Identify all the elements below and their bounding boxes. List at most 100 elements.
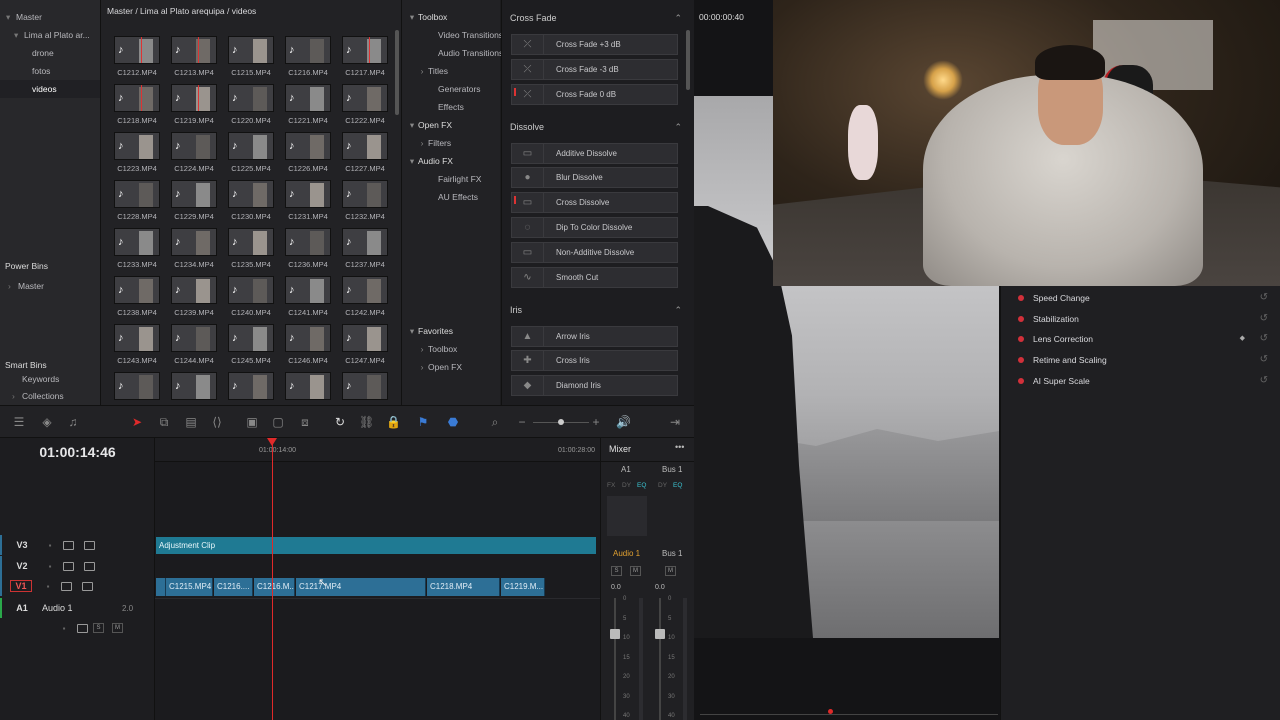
playhead-head[interactable]: [267, 438, 277, 446]
clip-tile[interactable]: ♪ C1237.MP4: [337, 228, 393, 270]
timeline-clip[interactable]: C1219.M...: [501, 578, 545, 596]
inspector-row[interactable]: Speed Change ↺: [1001, 288, 1280, 308]
clip-tile[interactable]: ♪ C1246.MP4: [280, 324, 336, 366]
snapping-icon[interactable]: ◈: [40, 415, 54, 429]
keyframe-icon[interactable]: ◆: [1240, 329, 1245, 349]
effects-tree-item[interactable]: Effects: [402, 98, 500, 116]
clip-tile[interactable]: ♪ C1216.MP4: [280, 36, 336, 78]
media-scrollbar[interactable]: [395, 30, 399, 115]
clip-tile[interactable]: ♪ C1218.MP4: [109, 84, 165, 126]
clip-tile[interactable]: ♪ C1212.MP4: [109, 36, 165, 78]
smart-bin-collections[interactable]: › Collections: [0, 387, 100, 405]
clip-tile[interactable]: ♪ C1244.MP4: [166, 324, 222, 366]
effect-item[interactable]: ∿ Smooth Cut: [511, 266, 678, 288]
reset-icon[interactable]: ↺: [1260, 288, 1268, 308]
clip-tile[interactable]: ♪ C1243.MP4: [109, 324, 165, 366]
bin-item[interactable]: ▾ Lima al Plato ar...: [0, 26, 100, 44]
enable-toggle-icon[interactable]: [1018, 336, 1024, 343]
lock-icon[interactable]: ▪: [56, 624, 72, 633]
clip-tile[interactable]: ♪ C1236.MP4: [280, 228, 336, 270]
zoom-out-icon[interactable]: −: [515, 415, 529, 429]
mixer-mute-button[interactable]: M: [630, 566, 641, 576]
effects-tree-item[interactable]: Generators: [402, 80, 500, 98]
inspector-row[interactable]: Stabilization ↺: [1001, 309, 1280, 329]
effect-item[interactable]: ▲ Arrow Iris: [511, 325, 678, 347]
timeline-clip[interactable]: [156, 578, 166, 596]
mixer-dy[interactable]: DY: [622, 482, 631, 489]
clip-tile[interactable]: ♪ C1230.MP4: [223, 180, 279, 222]
timeline-clip[interactable]: C1218.MP4: [427, 578, 500, 596]
clip-tile[interactable]: ♪ C1222.MP4: [337, 84, 393, 126]
inspector-row[interactable]: AI Super Scale ↺: [1001, 371, 1280, 391]
effects-tree-item[interactable]: ▾ Open FX: [402, 116, 500, 134]
bin-item[interactable]: fotos: [0, 62, 100, 80]
clip-tile[interactable]: ♪ C1227.MP4: [337, 132, 393, 174]
clip-tile[interactable]: ♪ C1235.MP4: [223, 228, 279, 270]
reset-icon[interactable]: ↺: [1260, 350, 1268, 370]
viewer-scrubber[interactable]: [700, 714, 998, 715]
link-icon[interactable]: ⛓: [359, 415, 374, 429]
effects-tree-item[interactable]: AU Effects: [402, 188, 500, 206]
reset-icon[interactable]: ↺: [1260, 371, 1268, 391]
clip-tile[interactable]: ♪ C1217.MP4: [337, 36, 393, 78]
effect-item[interactable]: ▭ Non-Additive Dissolve: [511, 241, 678, 263]
lock-icon[interactable]: 🔒: [386, 415, 401, 429]
enable-toggle-icon[interactable]: [1018, 295, 1024, 301]
clip-tile[interactable]: ♪ C1226.MP4: [280, 132, 336, 174]
clip-tile[interactable]: ♪ C1234.MP4: [166, 228, 222, 270]
auto-select-icon[interactable]: [77, 623, 88, 633]
effect-item[interactable]: ▭ Cross Dissolve: [511, 192, 678, 214]
timeline-options-icon[interactable]: ☰: [12, 415, 26, 429]
solo-button[interactable]: S: [93, 623, 104, 633]
clip-tile[interactable]: ♪ C1225.MP4: [223, 132, 279, 174]
timeline-clip[interactable]: C1216.M...: [254, 578, 295, 596]
audio1-fader[interactable]: [610, 629, 620, 639]
clip-tile[interactable]: ♪ C1213.MP4: [166, 36, 222, 78]
mixer-bus-eq[interactable]: EQ: [673, 482, 682, 489]
mixer-bus-dy[interactable]: DY: [658, 482, 667, 489]
mixer-solo-button[interactable]: S: [611, 566, 622, 576]
effect-item[interactable]: ⤫ Cross Fade +3 dB: [511, 34, 678, 55]
effect-section-header[interactable]: Iris ⌃: [502, 300, 694, 320]
auto-select-icon[interactable]: [61, 581, 72, 591]
clip-tile[interactable]: ♪ C1215.MP4: [223, 36, 279, 78]
clip-tile[interactable]: ♪ C1232.MP4: [337, 180, 393, 222]
effects-tree-item[interactable]: Audio Transitions: [402, 44, 503, 62]
power-bin-master[interactable]: › Master: [0, 277, 100, 295]
selection-tool-icon[interactable]: ➤: [130, 415, 144, 429]
effect-item[interactable]: ⤫ Cross Fade 0 dB: [511, 83, 678, 105]
speaker-icon[interactable]: 🔊: [616, 415, 631, 429]
clip-tile[interactable]: ♪ C1241.MP4: [280, 276, 336, 318]
reset-icon[interactable]: ↺: [1260, 309, 1268, 329]
snap-toggle-icon[interactable]: ↻: [333, 415, 347, 429]
effect-item[interactable]: ▭ Additive Dissolve: [511, 142, 678, 164]
track-visibility-icon[interactable]: [84, 540, 95, 550]
mixer-fx[interactable]: FX: [607, 482, 615, 489]
effect-item[interactable]: ◌ Dip To Color Dissolve: [511, 216, 678, 238]
effect-section-header[interactable]: Dissolve ⌃: [502, 117, 694, 137]
zoom-icon[interactable]: ⌕: [488, 415, 502, 429]
effects-tree-item[interactable]: ▾ Toolbox: [402, 8, 500, 26]
enable-toggle-icon[interactable]: [1018, 357, 1024, 364]
track-header[interactable]: V1 ▪: [0, 576, 155, 596]
clip-tile[interactable]: ♪ C1233.MP4: [109, 228, 165, 270]
reset-icon[interactable]: ↺: [1260, 329, 1268, 349]
timeline-clip[interactable]: C1217.MP4: [296, 578, 426, 596]
bus-mute-button[interactable]: M: [665, 566, 676, 576]
effect-section-header[interactable]: Cross Fade ⌃: [502, 8, 694, 28]
zoom-slider-handle[interactable]: [558, 419, 564, 425]
clip-tile[interactable]: ♪ C1228.MP4: [109, 180, 165, 222]
auto-select-icon[interactable]: [63, 540, 74, 550]
marker-icon[interactable]: ⬣: [446, 415, 460, 429]
replace-clip-icon[interactable]: ⧈: [298, 415, 312, 429]
effect-item[interactable]: ✚ Cross Iris: [511, 350, 678, 372]
effect-item[interactable]: ◆ Diamond Iris: [511, 375, 678, 397]
clip-tile[interactable]: ♪ C1245.MP4: [223, 324, 279, 366]
trim-tool-icon[interactable]: ⧉: [157, 415, 171, 429]
clip-tile[interactable]: ♪ C1221.MP4: [280, 84, 336, 126]
effect-item[interactable]: ⤫ Cross Fade -3 dB: [511, 58, 678, 80]
clip-tile[interactable]: ♪ C1223.MP4: [109, 132, 165, 174]
inspector-row[interactable]: Lens Correction ◆ ↺: [1001, 329, 1280, 349]
timeline-clip[interactable]: C1216....: [214, 578, 253, 596]
effects-tree-item[interactable]: › Titles: [402, 62, 500, 80]
